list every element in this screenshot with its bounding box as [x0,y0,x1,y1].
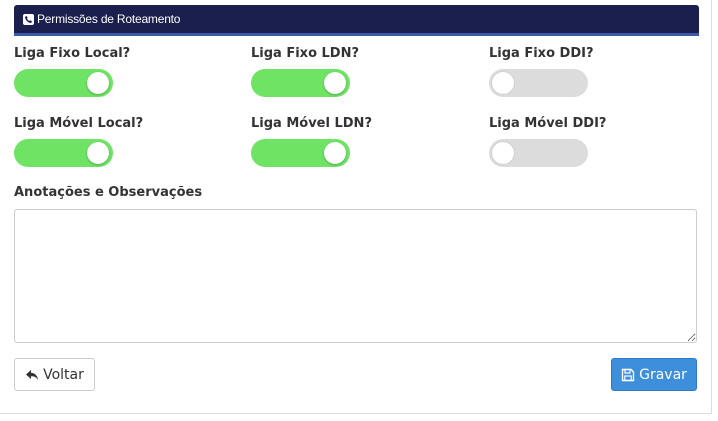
notes-label: Anotações e Observações [14,185,203,200]
toggle-label-liga-movel-ldn: Liga Móvel LDN? [251,116,372,131]
toggle-label-liga-movel-local: Liga Móvel Local? [14,116,144,131]
toggle-liga-movel-ddi[interactable] [489,139,588,167]
toggle-label-liga-fixo-ldn: Liga Fixo LDN? [251,46,360,61]
toggle-label-liga-movel-ddi: Liga Móvel DDI? [489,116,607,131]
panel-title: Permissões de Roteamento [37,12,181,26]
floppy-disk-icon [621,368,635,382]
toggle-knob [324,142,346,164]
toggle-knob [87,142,109,164]
panel-header: Permissões de Roteamento [14,5,699,36]
phone-icon [23,13,34,25]
toggle-knob [87,72,109,94]
back-button[interactable]: Voltar [14,358,95,391]
toggle-liga-movel-local[interactable] [14,139,113,167]
save-button-label: Gravar [639,366,687,383]
toggle-label-liga-fixo-ddi: Liga Fixo DDI? [489,46,594,61]
notes-textarea[interactable] [14,209,697,343]
reply-arrow-icon [25,368,39,382]
toggle-label-liga-fixo-local: Liga Fixo Local? [14,46,131,61]
save-button[interactable]: Gravar [611,358,697,391]
back-button-label: Voltar [43,366,84,383]
toggle-knob [491,141,515,165]
toggle-liga-fixo-ldn[interactable] [251,69,350,97]
toggle-knob [324,72,346,94]
toggle-liga-movel-ldn[interactable] [251,139,350,167]
toggle-knob [491,71,515,95]
toggle-liga-fixo-ddi[interactable] [489,69,588,97]
toggle-liga-fixo-local[interactable] [14,69,113,97]
routing-permissions-panel: Permissões de Roteamento Liga Fixo Local… [0,0,712,414]
